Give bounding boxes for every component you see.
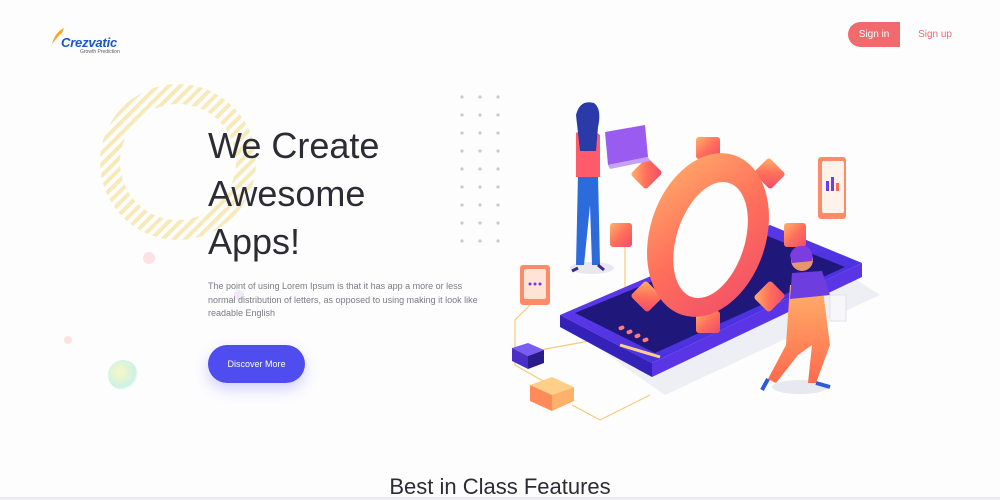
woman-with-laptop-illustration [570,102,650,274]
hero-illustration [512,102,880,421]
chart-card-illustration [818,157,846,219]
logo[interactable]: Crezvatic Growth Prediction [50,26,130,58]
dot-grid-decoration [460,95,500,243]
cube-illustration [512,343,544,369]
discover-more-button[interactable]: Discover More [208,345,305,383]
message-card-illustration [520,265,550,305]
gradient-blob-decoration [108,360,138,390]
pink-dot-decoration [143,252,155,264]
logo-text: Crezvatic [61,35,118,50]
sign-in-button[interactable]: Sign in [848,22,901,47]
pink-dot-decoration [64,336,72,344]
top-nav: Sign in Sign up [848,22,958,47]
logo-tagline: Growth Prediction [80,49,120,55]
sign-up-link[interactable]: Sign up [912,28,958,41]
hero-title: We Create Awesome Apps! [208,125,380,262]
orange-block-illustration [530,377,574,411]
hero-description: The point of using Lorem Ipsum is that i… [208,281,478,318]
